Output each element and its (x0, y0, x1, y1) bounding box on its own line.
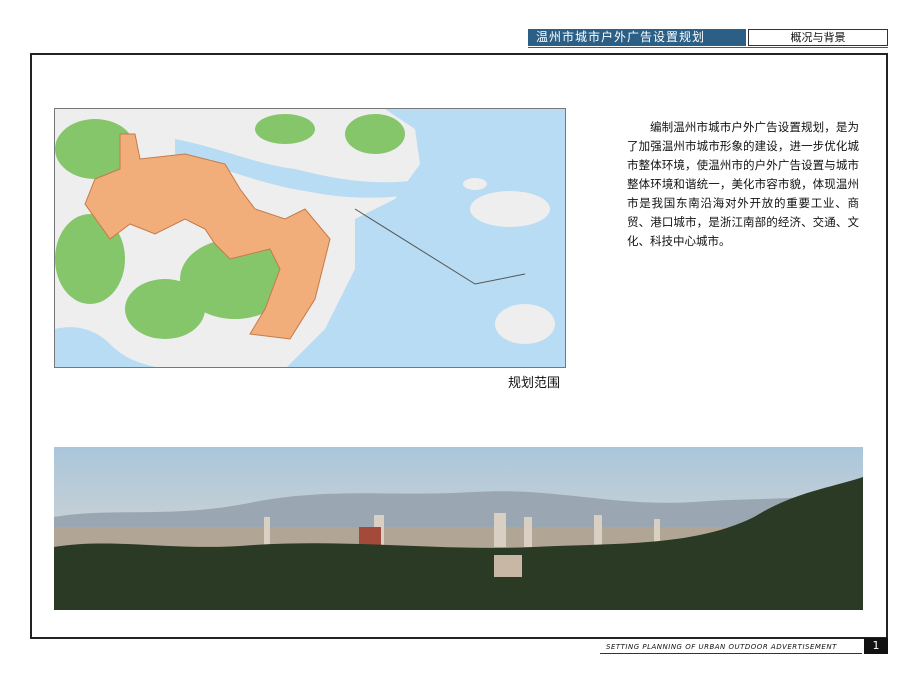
intro-paragraph: 编制温州市城市户外广告设置规划，是为了加强温州市城市形象的建设，进一步优化城市整… (627, 120, 859, 248)
map-island (470, 191, 550, 227)
map-island (495, 304, 555, 344)
panorama-building-front (494, 555, 522, 577)
footer-title: SETTING PLANNING OF URBAN OUTDOOR ADVERT… (606, 643, 837, 651)
panorama-illustration (54, 447, 863, 610)
map-illustration (55, 109, 565, 367)
map-island (463, 178, 487, 190)
map-green-area (345, 114, 405, 154)
planning-area-map (54, 108, 566, 368)
section-label: 概况与背景 (748, 29, 888, 46)
map-caption: 规划范围 (508, 376, 561, 391)
map-green-area (125, 279, 205, 339)
map-green-area (255, 114, 315, 144)
page-number: 1 (864, 638, 888, 654)
document-title: 温州市城市户外广告设置规划 (528, 29, 746, 46)
footer-divider (600, 653, 862, 654)
header-divider (528, 47, 888, 48)
city-panorama-photo (54, 447, 863, 610)
